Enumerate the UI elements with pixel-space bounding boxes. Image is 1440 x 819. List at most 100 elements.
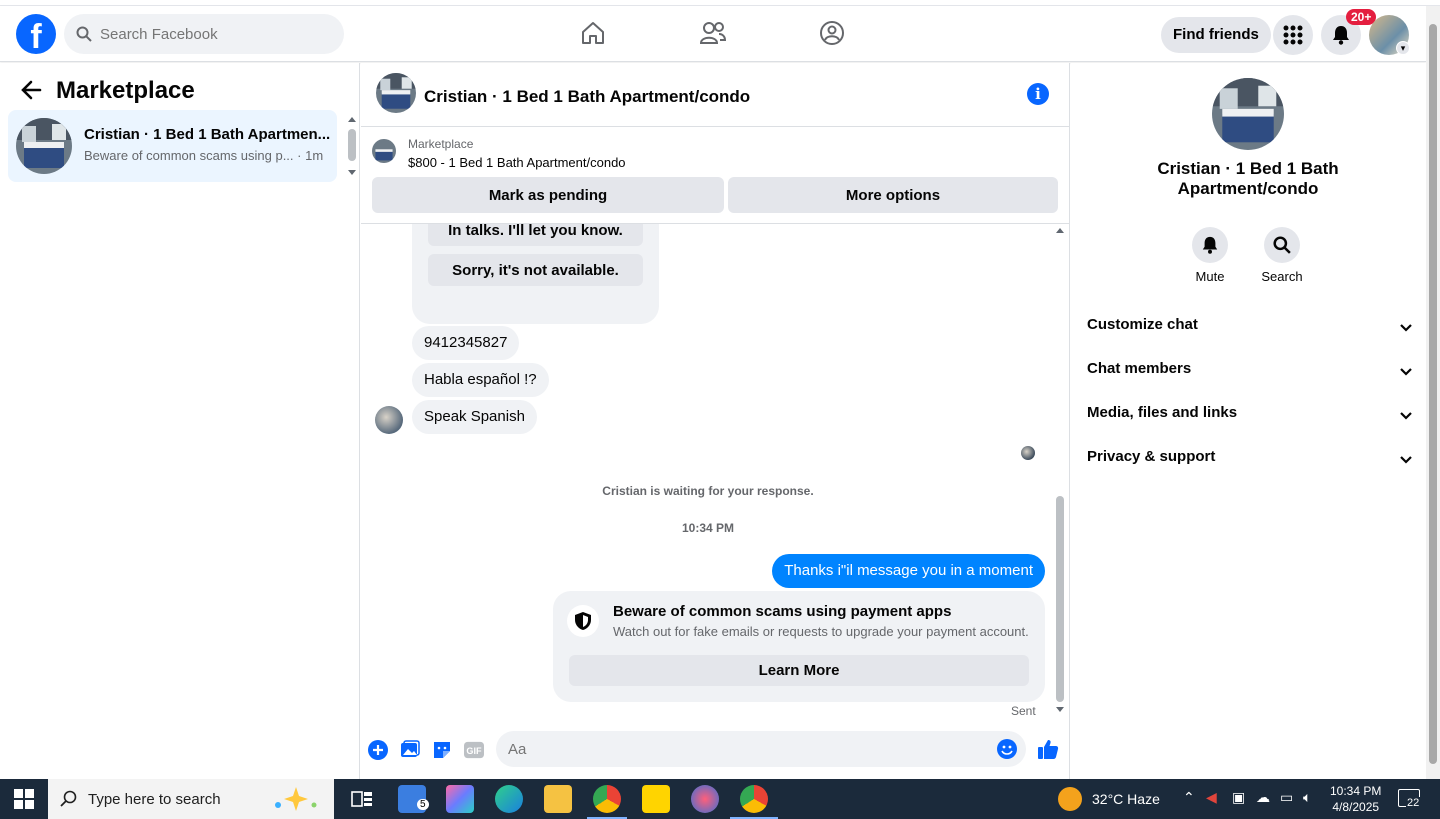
windows-start-icon[interactable] [14, 789, 34, 809]
app-badge: 5 [417, 799, 429, 810]
copilot-icon[interactable] [446, 785, 474, 813]
privacy-support-row[interactable]: Privacy & support [1087, 448, 1413, 472]
message-bubble: Habla español !? [412, 363, 549, 397]
chevron-down-icon [1399, 408, 1413, 425]
sparkle-icon [275, 787, 317, 811]
photo-icon[interactable] [400, 740, 420, 760]
scrollbar-thumb[interactable] [1056, 496, 1064, 702]
clock-date: 4/8/2025 [1332, 800, 1380, 814]
mute-button[interactable]: Mute [1180, 227, 1240, 284]
facebook-logo[interactable]: f [16, 14, 56, 54]
friends-icon[interactable] [698, 18, 728, 48]
more-options-button[interactable]: More options [728, 177, 1058, 213]
listing-source: Marketplace [408, 137, 474, 151]
list-scrollbar[interactable] [347, 115, 357, 175]
chat-info-panel: Cristian · 1 Bed 1 Bath Apartment/condo … [1071, 63, 1426, 779]
home-icon[interactable] [578, 18, 608, 48]
message-composer: GIF [361, 725, 1070, 775]
thread-scrollbar[interactable] [1055, 226, 1065, 716]
row-label: Media, files and links [1087, 404, 1238, 421]
page-scrollbar[interactable] [1426, 6, 1440, 779]
clock-time: 10:34 PM [1330, 784, 1382, 798]
chrome-profile-icon[interactable] [740, 785, 768, 813]
listing-thumbnail [16, 118, 72, 174]
chrome-icon[interactable] [593, 785, 621, 813]
chat-thumbnail[interactable] [376, 73, 416, 113]
chevron-down-icon [1399, 364, 1413, 381]
listing-small-thumbnail [372, 139, 396, 163]
listing-title[interactable]: $800 - 1 Bed 1 Bath Apartment/condo [408, 155, 626, 170]
speaker-icon[interactable]: 🔈︎ [1303, 789, 1311, 806]
listing-bar: Marketplace $800 - 1 Bed 1 Bath Apartmen… [361, 127, 1070, 224]
task-view-icon[interactable] [348, 785, 376, 813]
meet-icon[interactable]: ▣ [1232, 789, 1245, 806]
waiting-notice: Cristian is waiting for your response. [602, 484, 814, 498]
notification-count: 22 [1406, 797, 1421, 809]
media-files-links-row[interactable]: Media, files and links [1087, 404, 1413, 428]
top-navbar: f Find friends 20+ ▾ [0, 6, 1426, 62]
timestamp: 10:34 PM [681, 521, 735, 535]
weather-text[interactable]: 32°C Haze [1092, 791, 1160, 807]
edge-icon[interactable] [495, 785, 523, 813]
sender-avatar[interactable] [375, 406, 403, 434]
shield-icon [567, 605, 599, 637]
chevron-down-icon [1399, 320, 1413, 337]
search-input[interactable] [100, 14, 330, 54]
weather-icon[interactable] [1058, 787, 1082, 811]
search-icon [60, 790, 77, 807]
sticker-icon[interactable] [432, 740, 452, 760]
search-chat-button[interactable]: Search [1252, 227, 1312, 284]
scam-warning-card: Beware of common scams using payment app… [553, 591, 1045, 702]
customize-chat-row[interactable]: Customize chat [1087, 316, 1413, 340]
chevron-down-icon[interactable]: ▾ [1396, 41, 1410, 55]
find-friends-button[interactable]: Find friends [1161, 17, 1271, 53]
taskbar-clock[interactable]: 10:34 PM 4/8/2025 [1330, 783, 1381, 815]
search-icon [76, 26, 92, 47]
message-bubble: Speak Spanish [412, 400, 537, 434]
scam-warning-title: Beware of common scams using payment app… [613, 603, 952, 620]
conversation-title: Cristian · 1 Bed 1 Bath Apartmen... [84, 126, 331, 143]
emoji-icon[interactable] [997, 739, 1017, 759]
onedrive-icon[interactable]: ☁ [1256, 789, 1270, 806]
paint-icon[interactable] [691, 785, 719, 813]
windows-taskbar: Type here to search 5 32°C Haze ⌃ ◀ ▣ ☁ … [0, 779, 1440, 819]
plus-icon[interactable] [368, 740, 388, 760]
thumbs-up-icon[interactable] [1037, 738, 1059, 760]
quick-replies-card: In talks. I'll let you know. Sorry, it's… [412, 224, 659, 324]
chevron-up-icon[interactable]: ⌃ [1183, 789, 1195, 806]
conversation-item[interactable]: Cristian · 1 Bed 1 Bath Apartmen... Bewa… [8, 110, 337, 182]
search-label: Search [1261, 269, 1303, 284]
back-arrow-icon[interactable] [20, 79, 44, 103]
sent-status: Sent [1011, 704, 1036, 718]
learn-more-button[interactable]: Learn More [569, 655, 1029, 686]
gif-icon[interactable]: GIF [464, 740, 484, 760]
bell-icon [1192, 227, 1228, 263]
chat-header: Cristian · 1 Bed 1 Bath Apartment/condo … [361, 63, 1070, 127]
conversation-list-panel: Marketplace Cristian · 1 Bed 1 Bath Apar… [0, 63, 360, 779]
quick-reply-in-talks[interactable]: In talks. I'll let you know. [428, 224, 643, 246]
row-label: Chat members [1087, 360, 1192, 377]
mark-pending-button[interactable]: Mark as pending [372, 177, 724, 213]
file-explorer-icon[interactable] [544, 785, 572, 813]
groups-icon[interactable] [817, 18, 847, 48]
volume-muted-icon[interactable]: ◀ [1206, 789, 1217, 806]
page-title: Marketplace [56, 77, 195, 104]
scrollbar-thumb[interactable] [348, 129, 356, 161]
row-label: Customize chat [1087, 316, 1198, 333]
mute-label: Mute [1195, 269, 1225, 284]
info-icon[interactable]: i [1027, 83, 1049, 105]
chat-members-row[interactable]: Chat members [1087, 360, 1413, 384]
message-input[interactable] [496, 731, 1026, 767]
menu-grid-icon[interactable] [1273, 15, 1313, 55]
search-box[interactable] [64, 14, 344, 54]
scrollbar-thumb[interactable] [1429, 24, 1437, 764]
chat-title[interactable]: Cristian · 1 Bed 1 Bath Apartment/condo [424, 87, 750, 107]
svg-text:GIF: GIF [466, 746, 482, 756]
chevron-down-icon [1399, 452, 1413, 469]
taskbar-search[interactable]: Type here to search [48, 779, 334, 819]
quick-reply-not-available[interactable]: Sorry, it's not available. [428, 254, 643, 286]
network-icon[interactable]: ▭ [1280, 789, 1293, 806]
conversation-preview: Beware of common scams using p... · 1m [84, 148, 324, 163]
sticky-notes-icon[interactable] [642, 785, 670, 813]
taskbar-search-placeholder: Type here to search [88, 791, 221, 808]
